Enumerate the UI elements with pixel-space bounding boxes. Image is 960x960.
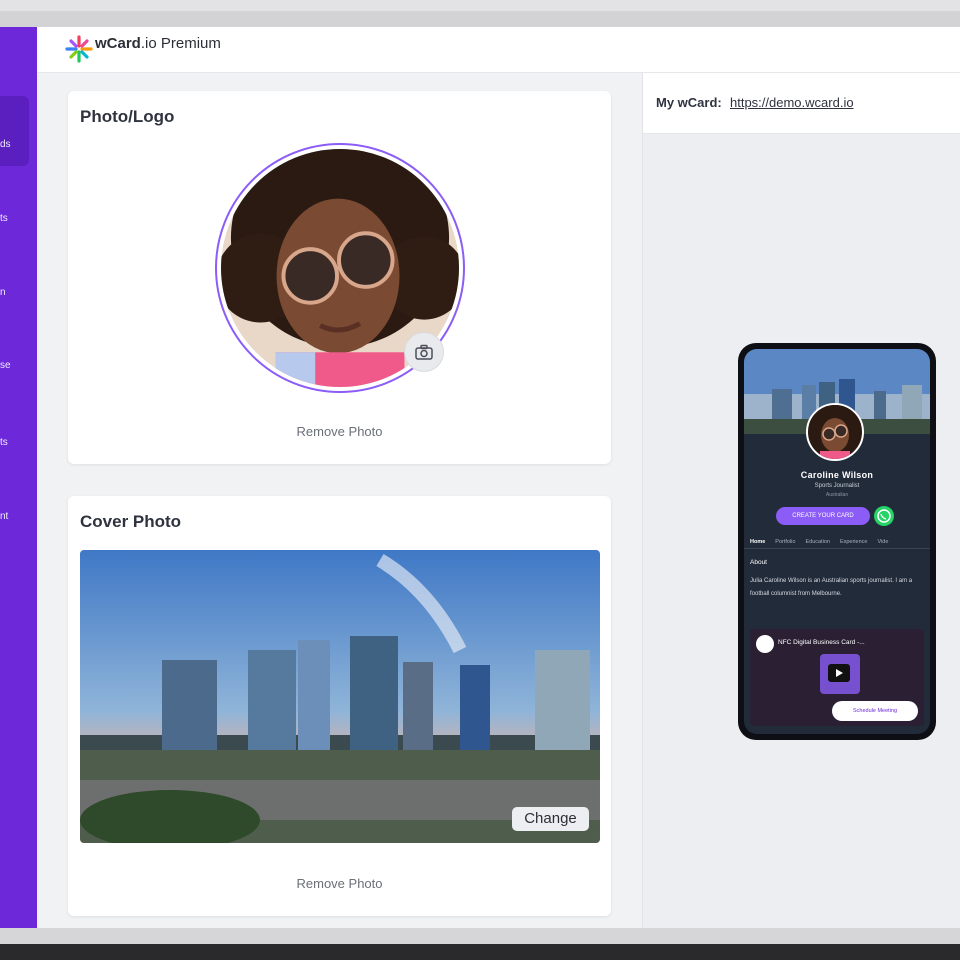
preview-avatar xyxy=(806,403,864,461)
cover-photo-title: Cover Photo xyxy=(80,512,182,531)
preview-location: Australian xyxy=(825,492,849,498)
preview-job-title: Sports Journalist xyxy=(814,483,860,489)
preview-tab-portfolio[interactable]: Portfolio xyxy=(775,535,795,548)
cover-photo-image xyxy=(80,550,600,843)
window-frame-top xyxy=(0,0,960,27)
editor-panel: Photo/Logo Remove Photo Cover Photo Chan… xyxy=(37,73,642,928)
preview-video-title: NFC Digital Business Card -... xyxy=(778,639,865,646)
preview-tab-video[interactable]: Vide xyxy=(877,535,888,548)
top-bar: wCard.io Premium xyxy=(37,27,960,73)
my-wcard-label: My wCard: xyxy=(656,95,722,110)
sidebar-item-products[interactable]: ts xyxy=(0,437,37,448)
brand-title: wCard.io Premium xyxy=(95,35,221,52)
window-frame-bottom xyxy=(0,928,960,960)
sidebar-item-account[interactable]: nt xyxy=(0,511,37,522)
preview-tab-experience[interactable]: Experience xyxy=(840,535,868,548)
cover-photo[interactable]: Change xyxy=(80,550,600,843)
preview-about-heading: About xyxy=(750,559,767,566)
preview-tabs: Home Portfolio Education Experience Vide xyxy=(744,535,930,549)
wcard-logo-icon xyxy=(65,35,93,63)
preview-bio: Julia Caroline Wilson is an Australian s… xyxy=(750,578,913,597)
create-your-card-button[interactable]: CREATE YOUR CARD xyxy=(776,507,870,525)
change-photo-button[interactable] xyxy=(404,332,444,372)
camera-icon xyxy=(415,344,433,360)
channel-avatar-icon xyxy=(756,635,774,653)
preview-tab-education[interactable]: Education xyxy=(805,535,829,548)
remove-cover-photo-link[interactable]: Remove Photo xyxy=(68,876,611,891)
preview-name: Caroline Wilson xyxy=(800,470,874,480)
schedule-meeting-button[interactable]: Schedule Meeting xyxy=(832,701,918,721)
change-cover-button[interactable]: Change xyxy=(512,807,589,831)
my-wcard-bar: My wCard: https://demo.wcard.io xyxy=(643,73,960,134)
preview-video[interactable]: NFC Digital Business Card -... Schedule … xyxy=(750,629,924,726)
sidebar-item-design[interactable]: n xyxy=(0,287,37,298)
preview-panel: My wCard: https://demo.wcard.io Caroline… xyxy=(642,73,960,928)
sidebar-item-cards[interactable]: ds xyxy=(0,139,37,150)
photo-logo-card: Photo/Logo Remove Photo xyxy=(68,91,611,464)
sidebar: ds ts n se ts nt xyxy=(0,27,37,928)
cover-photo-card: Cover Photo Change Remove Photo xyxy=(68,496,611,916)
remove-profile-photo-link[interactable]: Remove Photo xyxy=(68,424,611,439)
sidebar-item-license[interactable]: se xyxy=(0,360,37,371)
photo-logo-title: Photo/Logo xyxy=(80,107,175,126)
sidebar-item-contacts[interactable]: ts xyxy=(0,213,37,224)
play-icon[interactable] xyxy=(828,664,850,682)
sidebar-active-indicator xyxy=(0,96,29,166)
phone-preview: Caroline Wilson Sports Journalist Austra… xyxy=(738,343,936,740)
preview-tab-home[interactable]: Home xyxy=(750,535,765,548)
my-wcard-link[interactable]: https://demo.wcard.io xyxy=(730,95,854,110)
whatsapp-icon[interactable] xyxy=(874,506,894,526)
